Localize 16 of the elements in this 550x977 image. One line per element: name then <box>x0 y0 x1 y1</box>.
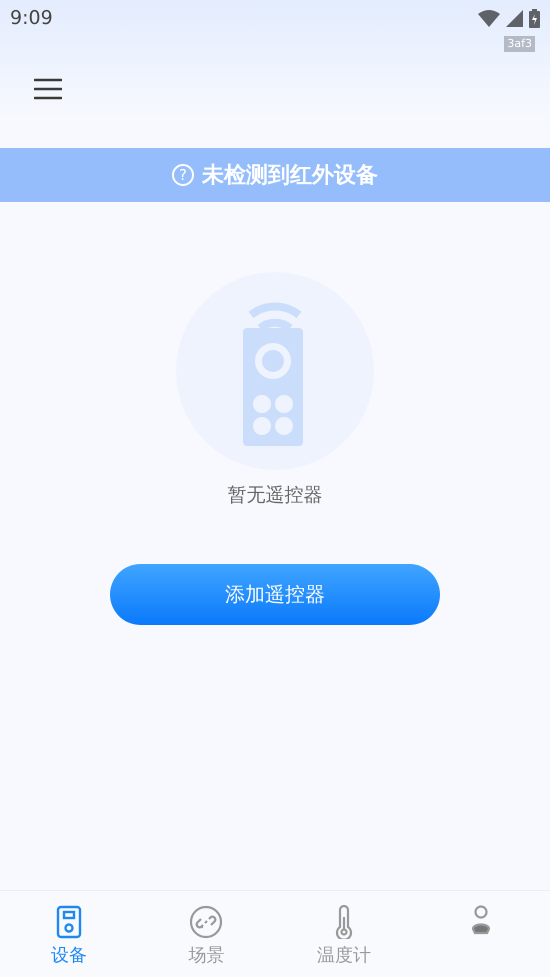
status-time: 9:09 <box>10 7 53 29</box>
banner-text: 未检测到红外设备 <box>202 162 378 190</box>
battery-icon <box>529 8 540 28</box>
nav-tab[interactable]: 设备 <box>0 891 138 977</box>
remote-icon <box>56 905 82 939</box>
help-icon: ? <box>172 164 194 186</box>
menu-icon[interactable] <box>34 78 62 100</box>
link-icon <box>189 905 224 939</box>
nav-tab[interactable]: 场景 <box>138 891 275 977</box>
debug-badge: 3af3 <box>504 36 535 52</box>
add-remote-button[interactable]: 添加遥控器 <box>110 564 440 625</box>
nav-tab[interactable]: 温度计 <box>275 891 412 977</box>
empty-message: 暂无遥控器 <box>228 483 322 508</box>
thermometer-icon <box>334 905 354 939</box>
signal-icon <box>506 10 523 26</box>
wifi-icon <box>478 10 500 26</box>
